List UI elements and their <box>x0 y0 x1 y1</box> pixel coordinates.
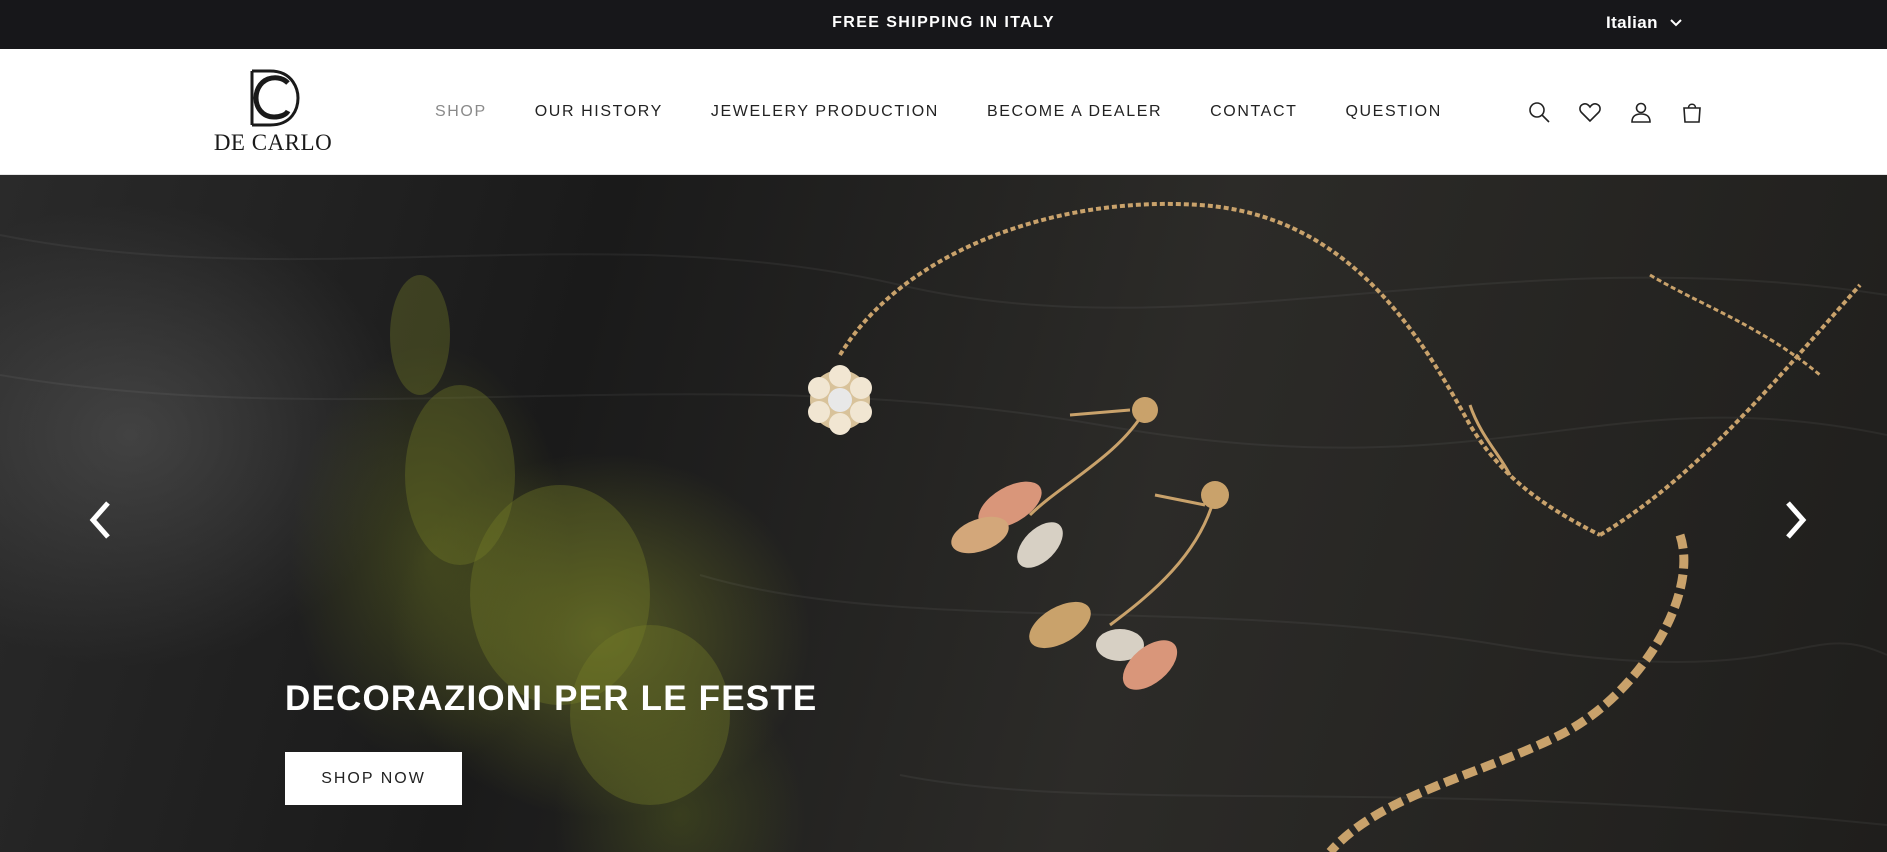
logo[interactable]: DE CARLO <box>194 69 352 161</box>
chevron-right-icon <box>1786 501 1807 539</box>
logo-text: DE CARLO <box>213 130 333 155</box>
account-icon <box>1631 102 1651 123</box>
hero-title: DECORAZIONI PER LE FESTE <box>285 679 818 718</box>
announcement-text: FREE SHIPPING IN ITALY <box>832 14 1055 31</box>
nav-item-shop[interactable]: SHOP <box>435 103 487 121</box>
language-selector[interactable]: Italian <box>1606 0 1682 45</box>
cart-button[interactable] <box>1680 100 1704 124</box>
logo-monogram <box>250 69 300 127</box>
wishlist-button[interactable] <box>1578 100 1602 124</box>
hero-slider: DECORAZIONI PER LE FESTE SHOP NOW <box>0 175 1887 852</box>
main-nav: SHOP OUR HISTORY JEWELERY PRODUCTION BEC… <box>435 49 1490 174</box>
heart-icon <box>1579 102 1601 122</box>
nav-item-jewelery-production[interactable]: JEWELERY PRODUCTION <box>711 103 939 121</box>
slider-next-button[interactable] <box>1776 495 1816 545</box>
nav-item-our-history[interactable]: OUR HISTORY <box>535 103 663 121</box>
search-icon <box>1529 101 1550 123</box>
chevron-down-icon <box>1670 18 1682 26</box>
language-label: Italian <box>1606 12 1658 32</box>
shop-now-button[interactable]: SHOP NOW <box>285 752 462 805</box>
hero-image <box>0 202 1887 852</box>
account-button[interactable] <box>1629 100 1653 124</box>
nav-item-contact[interactable]: CONTACT <box>1210 103 1297 121</box>
slider-prev-button[interactable] <box>80 495 120 545</box>
site-header: DE CARLO SHOP OUR HISTORY JEWELERY PRODU… <box>0 49 1887 175</box>
search-button[interactable] <box>1527 100 1551 124</box>
cart-icon <box>1683 102 1701 123</box>
chevron-left-icon <box>89 501 110 539</box>
nav-item-become-a-dealer[interactable]: BECOME A DEALER <box>987 103 1162 121</box>
nav-item-question[interactable]: QUESTION <box>1345 103 1441 121</box>
announcement-bar: FREE SHIPPING IN ITALY Italian <box>0 0 1887 49</box>
header-icons <box>1527 49 1704 174</box>
